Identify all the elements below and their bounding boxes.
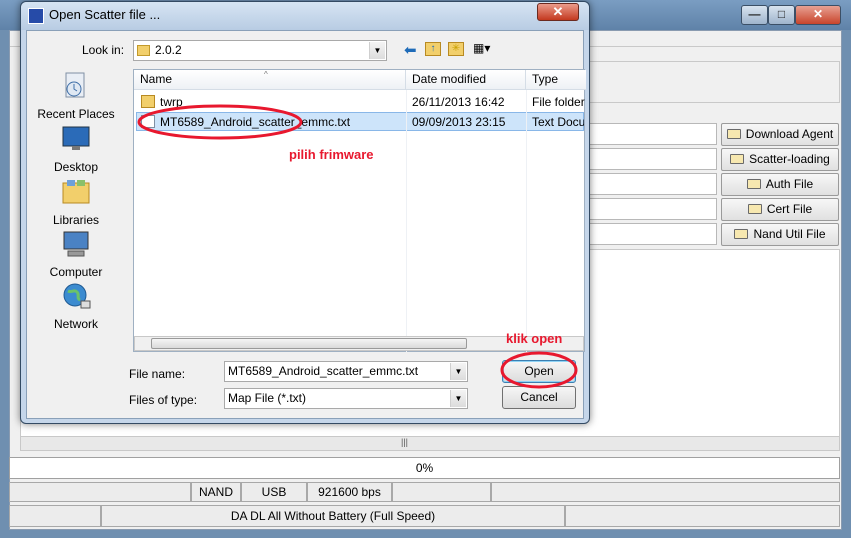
- annotation-pick-text: pilih frimware: [289, 147, 374, 162]
- annotation-circle-file: [137, 104, 303, 140]
- annotation-layer: [137, 104, 578, 389]
- annotation-circle-open: [500, 351, 578, 389]
- annotation-open-text: klik open: [506, 331, 563, 346]
